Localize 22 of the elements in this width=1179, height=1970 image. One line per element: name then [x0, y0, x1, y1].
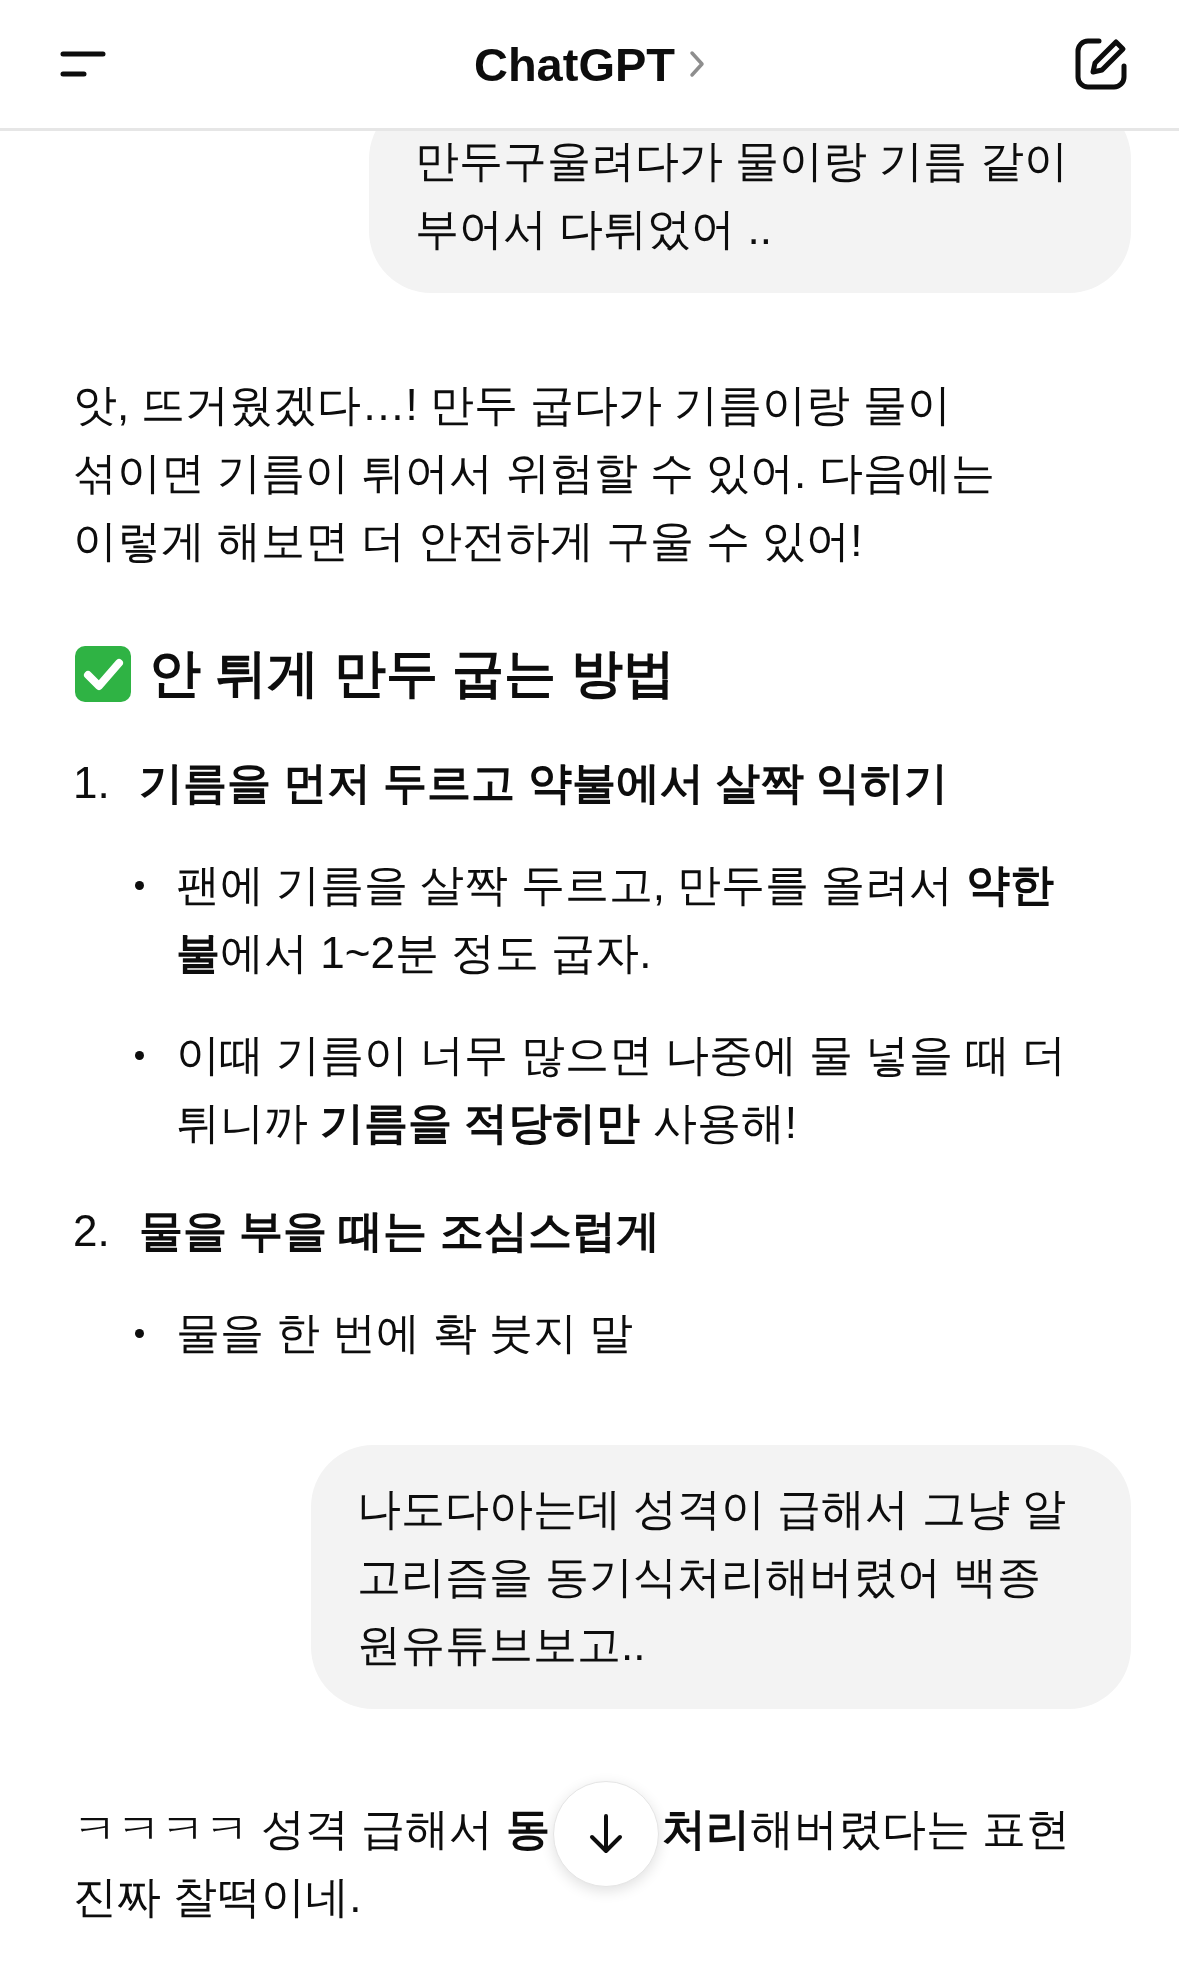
bullet-icon [135, 881, 144, 890]
menu-icon[interactable] [60, 50, 106, 78]
section-heading: 안 튀게 만두 굽는 방법 [149, 643, 675, 704]
chevron-right-icon[interactable] [689, 50, 706, 78]
list-number: 1. [73, 757, 111, 809]
list-item-title: 기름을 먼저 두르고 약불에서 살짝 익히기 [139, 757, 949, 809]
new-chat-icon[interactable] [1073, 36, 1129, 92]
bullet-icon [135, 1051, 144, 1060]
user-message: 나도다아는데 성격이 급해서 그냥 알고리즘을 동기식처리해버렸어 백종원유튜브보고.. [311, 1445, 1131, 1709]
message-text: 진짜 찰떡이네. [73, 1871, 362, 1923]
user-message: 만두구울려다가 물이랑 기름 같이 부어서 다튀었어 .. [369, 131, 1131, 293]
list-number: 2. [73, 1205, 111, 1257]
list-item-text: 이때 기름이 너무 많으면 나중에 물 넣을 때 더 튀니까 기름을 적당히만 사용해! [176, 1029, 1067, 1149]
check-box-icon [73, 644, 133, 704]
message-text: 처리해버렸다는 표현 [661, 1803, 1070, 1855]
message-text: ㅋㅋㅋㅋ 성격 급해서 동 [73, 1803, 550, 1855]
list-item-title: 물을 부을 때는 조심스럽게 [139, 1205, 660, 1257]
list-item-text: 팬에 기름을 살짝 두르고, 만두를 올려서 약한 불에서 1~2분 정도 굽자. [176, 859, 1055, 979]
app-title[interactable]: ChatGPT [473, 36, 676, 92]
message-text: 앗, 뜨거웠겠다…! 만두 굽다가 기름이랑 물이 섞이면 기름이 튀어서 위험할 수 있어. 다음에는 이렇게 해보면 더 안전하게 구울 수 있어! [73, 379, 996, 567]
list-item-text: 물을 한 번에 확 붓지 말 [176, 1307, 634, 1359]
bullet-icon [135, 1329, 144, 1338]
